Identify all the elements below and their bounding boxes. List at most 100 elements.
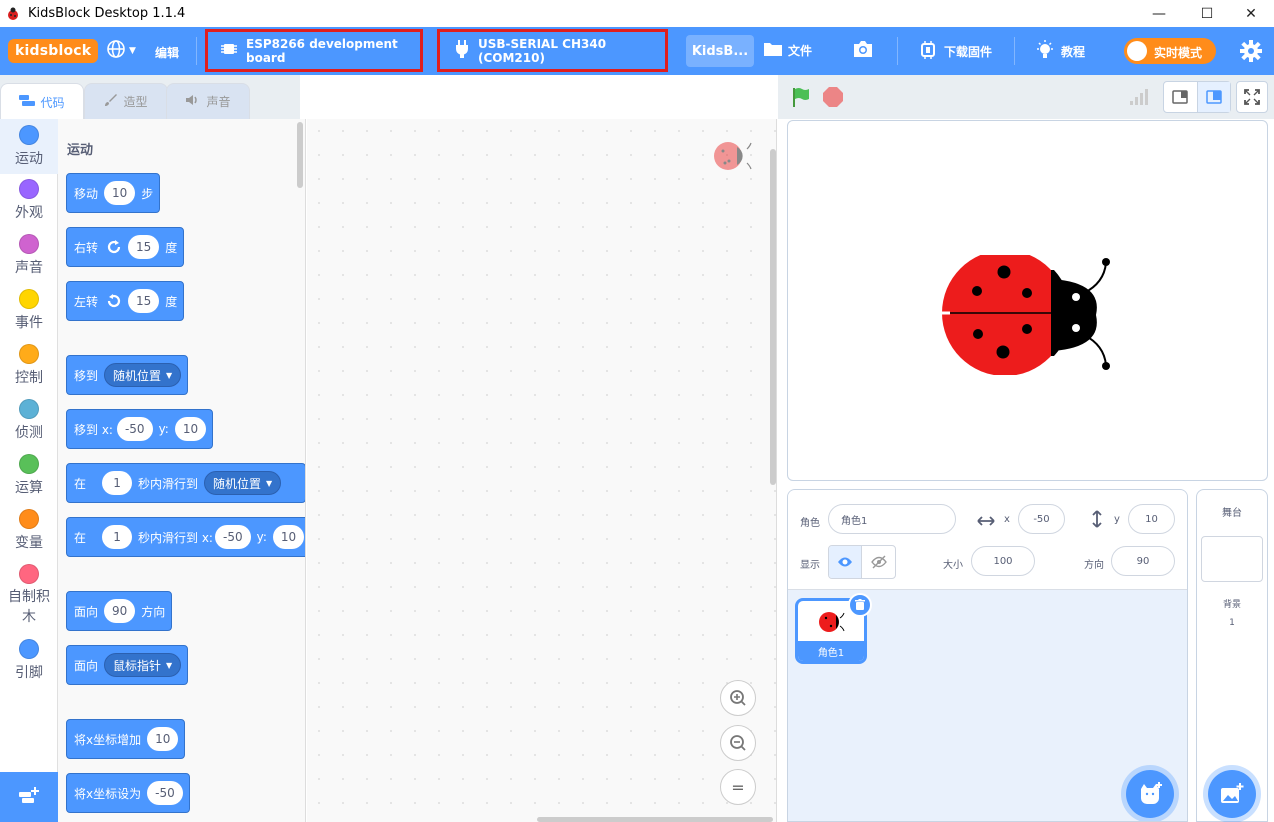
block-input[interactable]: 15	[128, 289, 160, 313]
workspace-scrollbar[interactable]	[770, 149, 776, 485]
project-tab[interactable]: KidsB...	[686, 35, 754, 67]
block-go-to[interactable]: 移到 随机位置 ▼	[66, 355, 189, 395]
delete-sprite-button[interactable]	[848, 593, 872, 617]
block-text: 在	[74, 530, 87, 545]
block-turn-left[interactable]: 左转 15 度	[66, 281, 185, 321]
block-glide-to[interactable]: 在 1 秒内滑行到 随机位置 ▼	[66, 463, 305, 503]
normal-stage-button[interactable]	[1196, 82, 1230, 112]
zoom-out-button[interactable]	[720, 725, 756, 761]
trash-icon	[855, 599, 865, 610]
port-selector[interactable]: USB-SERIAL CH340 (COM210)	[437, 29, 668, 72]
size-input[interactable]: 100	[971, 546, 1035, 576]
block-text: 移动	[74, 186, 99, 201]
category-pins[interactable]: 引脚	[0, 639, 58, 682]
block-text: 秒内滑行到 x:	[138, 530, 213, 545]
add-extension-button[interactable]	[0, 772, 58, 822]
eye-slash-icon	[870, 555, 887, 569]
block-turn-right[interactable]: 右转 15 度	[66, 227, 185, 267]
category-menu: 运动 外观 声音 事件 控制 侦测 运算 变量 自制积木 引脚	[0, 119, 58, 822]
block-text: y:	[158, 422, 169, 436]
caret-down-icon: ▼	[166, 660, 173, 670]
block-input[interactable]: 90	[104, 599, 136, 623]
block-dropdown[interactable]: 随机位置 ▼	[104, 363, 182, 387]
block-input[interactable]: 10	[104, 181, 136, 205]
block-change-x[interactable]: 将x坐标增加 10	[66, 719, 186, 759]
file-menu[interactable]: 文件	[763, 40, 812, 61]
small-stage-icon	[1172, 90, 1189, 104]
close-button[interactable]: ✕	[1228, 0, 1274, 27]
block-text: 方向	[141, 604, 166, 619]
stage-canvas[interactable]	[787, 120, 1268, 481]
block-dropdown[interactable]: 鼠标指针 ▼	[104, 653, 182, 677]
block-input[interactable]: 15	[128, 235, 160, 259]
block-input[interactable]: -50	[147, 781, 183, 805]
tab-costume[interactable]: 造型	[84, 83, 168, 119]
green-flag-icon[interactable]	[790, 85, 814, 113]
screenshot-button[interactable]	[852, 40, 874, 61]
x-input[interactable]: -50	[1018, 504, 1065, 534]
category-my-blocks[interactable]: 自制积木	[0, 564, 58, 627]
maximize-button[interactable]: ☐	[1184, 0, 1230, 27]
minimize-button[interactable]: —	[1136, 0, 1182, 27]
hide-sprite-button[interactable]	[862, 546, 895, 578]
sprite-name-input[interactable]: 角色1	[828, 504, 956, 534]
show-label: 显示	[800, 560, 820, 571]
fullscreen-button[interactable]	[1236, 81, 1268, 113]
category-control[interactable]: 控制	[0, 344, 58, 387]
block-dropdown[interactable]: 随机位置 ▼	[204, 471, 282, 495]
lightbulb-icon	[1035, 40, 1055, 63]
add-backdrop-button[interactable]	[1208, 770, 1256, 818]
add-sprite-button[interactable]	[1126, 770, 1174, 818]
rotate-right-icon	[106, 239, 122, 255]
category-variables[interactable]: 变量	[0, 509, 58, 552]
board-selector[interactable]: ESP8266 development board	[205, 29, 423, 72]
category-label: 声音	[15, 260, 43, 276]
y-input[interactable]: 10	[1128, 504, 1175, 534]
show-sprite-button[interactable]	[829, 546, 863, 578]
category-looks[interactable]: 外观	[0, 179, 58, 222]
block-input[interactable]: 1	[102, 471, 133, 495]
block-input[interactable]: 10	[147, 727, 179, 751]
category-events[interactable]: 事件	[0, 289, 58, 332]
tab-code[interactable]: 代码	[0, 83, 84, 120]
small-stage-button[interactable]	[1164, 82, 1197, 112]
block-glide-to-xy[interactable]: 在 1 秒内滑行到 x: -50 y: 10	[66, 517, 305, 557]
tab-sound[interactable]: 声音	[166, 83, 250, 119]
category-sensing[interactable]: 侦测	[0, 399, 58, 442]
kidsblock-logo[interactable]: kidsblock	[8, 39, 99, 63]
script-workspace[interactable]	[307, 119, 777, 822]
stage-selector[interactable]: 舞台 背景 1	[1196, 489, 1268, 822]
port-label: USB-SERIAL CH340 (COM210)	[478, 36, 607, 65]
workspace-h-scrollbar[interactable]	[537, 817, 773, 822]
category-operators[interactable]: 运算	[0, 454, 58, 497]
block-set-x[interactable]: 将x坐标设为 -50	[66, 773, 190, 813]
stop-icon[interactable]	[822, 86, 844, 112]
stage-thumbnail[interactable]	[1201, 536, 1263, 582]
zoom-reset-button[interactable]: =	[720, 769, 756, 805]
block-go-to-xy[interactable]: 移到 x: -50 y: 10	[66, 409, 214, 449]
block-input-y[interactable]: 10	[272, 525, 305, 549]
category-sound[interactable]: 声音	[0, 234, 58, 277]
block-point-towards[interactable]: 面向 鼠标指针 ▼	[66, 645, 189, 685]
language-menu[interactable]: ▼	[106, 39, 136, 62]
dropdown-value: 鼠标指针	[113, 658, 162, 673]
ladybug-sprite[interactable]	[938, 255, 1118, 375]
download-firmware-button[interactable]: 下载固件	[918, 40, 992, 63]
board-label: ESP8266 development board	[246, 36, 398, 65]
settings-button[interactable]	[1240, 40, 1262, 65]
block-input[interactable]: 1	[102, 525, 133, 549]
palette-scrollbar[interactable]	[297, 122, 303, 188]
block-input-x[interactable]: -50	[116, 417, 153, 441]
divider	[1014, 37, 1015, 65]
realtime-mode-toggle[interactable]: 实时模式	[1124, 38, 1216, 64]
block-input-y[interactable]: 10	[174, 417, 207, 441]
block-input-x[interactable]: -50	[214, 525, 251, 549]
zoom-in-button[interactable]	[720, 680, 756, 716]
block-move-steps[interactable]: 移动 10 步	[66, 173, 161, 213]
block-text: 移到	[74, 368, 99, 383]
tutorial-button[interactable]: 教程	[1035, 40, 1085, 63]
block-point-in-direction[interactable]: 面向 90 方向	[66, 591, 173, 631]
edit-menu[interactable]: 编辑	[155, 44, 179, 61]
category-motion[interactable]: 运动	[0, 119, 58, 174]
direction-input[interactable]: 90	[1111, 546, 1175, 576]
